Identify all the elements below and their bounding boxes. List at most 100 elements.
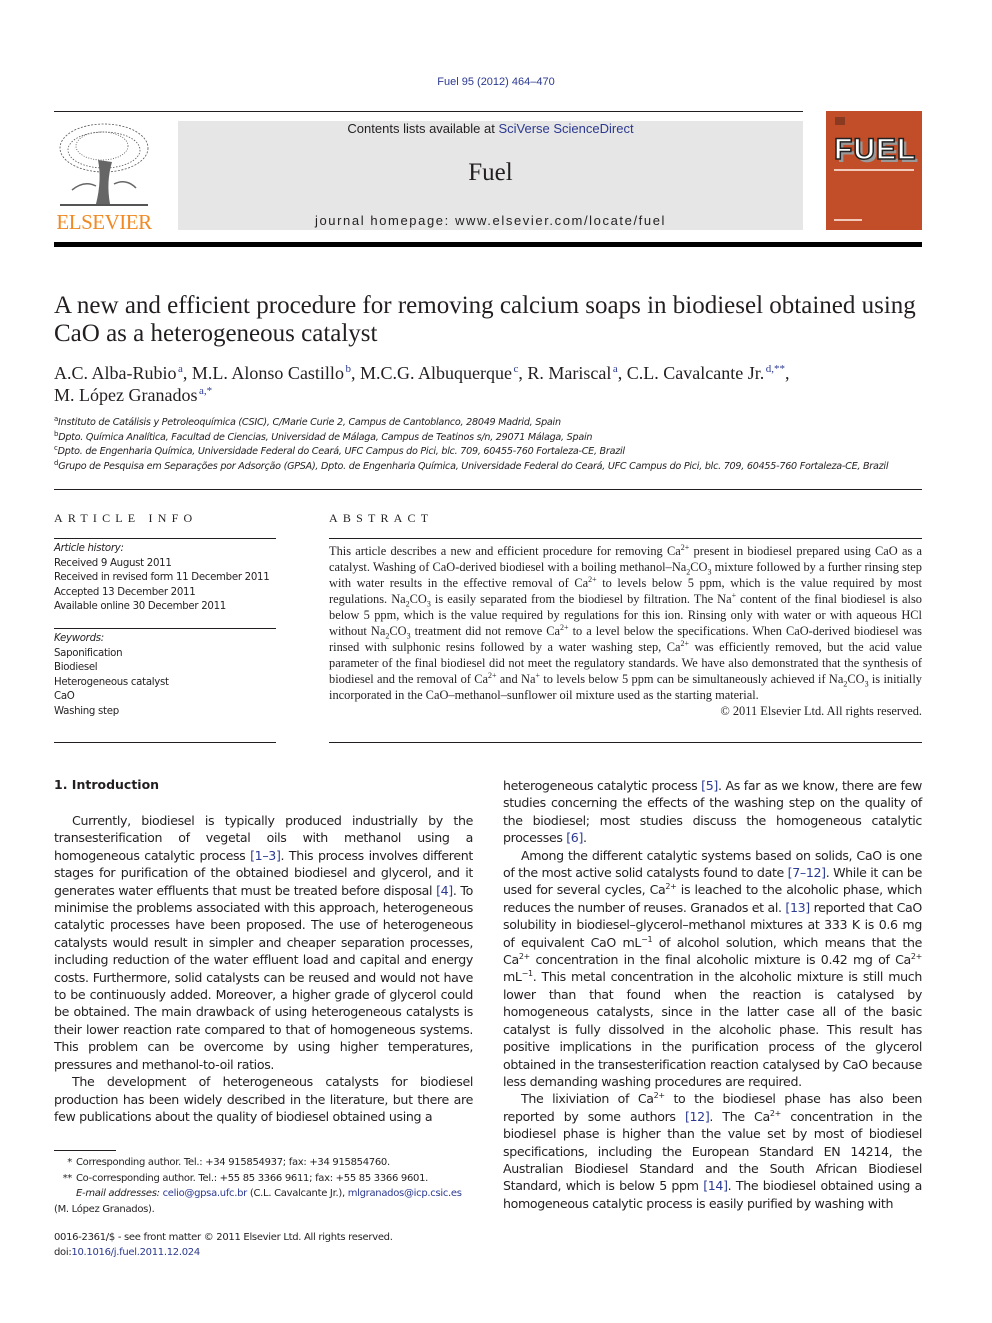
reference-link[interactable]: [12]	[685, 1109, 710, 1124]
author[interactable]: M. López Granados a,*	[54, 385, 212, 405]
footnote-corresponding: * Corresponding author. Tel.: +34 9158549…	[54, 1155, 474, 1171]
author[interactable]: M.L. Alonso Castillo b	[192, 363, 351, 383]
history-revised: Received in revised form 11 December 201…	[54, 572, 270, 583]
footnote-mark: **	[62, 1172, 73, 1184]
footnote-co-corresponding: ** Co-corresponding author. Tel.: +55 85 …	[54, 1171, 474, 1187]
keywords-rule	[54, 628, 276, 629]
email-link[interactable]: celio@gpsa.ufc.br	[163, 1188, 248, 1199]
author[interactable]: R. Mariscal a	[527, 363, 617, 383]
journal-name: Fuel	[468, 159, 513, 186]
reference-link[interactable]: [6]	[566, 830, 583, 845]
reference-link[interactable]: [5]	[701, 778, 718, 793]
cover-tagline	[834, 169, 914, 171]
footnote-email-owner: (M. López Granados).	[54, 1203, 155, 1215]
paragraph: Among the different catalytic systems ba…	[503, 847, 922, 1089]
abstract-rule	[329, 538, 922, 539]
history-online: Available online 30 December 2011	[54, 601, 226, 612]
header-thick-divider	[54, 242, 922, 247]
author-name: M.C.G. Albuquerque	[359, 363, 512, 383]
doi-label: doi:	[54, 1247, 72, 1258]
author-name: M.L. Alonso Castillo	[191, 363, 344, 383]
abstract-copyright: © 2011 Elsevier Ltd. All rights reserved…	[720, 704, 922, 718]
abstract-text: This article describes a new and efficie…	[329, 543, 922, 719]
author-name: R. Mariscal	[527, 363, 612, 383]
cover-title: FUEL	[833, 132, 917, 167]
contents-line: Contents lists available at SciVerse Sci…	[178, 121, 803, 137]
footnote-text: Corresponding author. Tel.: +34 91585493…	[76, 1157, 390, 1168]
abstract-heading: ABSTRACT	[329, 511, 434, 525]
introduction-heading: 1. Introduction	[54, 777, 160, 792]
author-affil-marker[interactable]: a	[178, 363, 183, 375]
article-info-rule	[54, 538, 276, 539]
keyword: CaO	[54, 691, 75, 702]
header-divider	[54, 111, 803, 112]
email-owner: (C.L. Cavalcante Jr.),	[247, 1188, 348, 1199]
article-info-bottom-rule	[54, 742, 276, 743]
elsevier-logo[interactable]: ELSEVIER	[54, 120, 154, 234]
paragraph: The lixiviation of Ca2+ to the biodiesel…	[503, 1091, 922, 1211]
article-history: Article history: Received 9 August 2011 …	[54, 542, 284, 615]
elsevier-tree-icon	[54, 120, 154, 212]
footnote-text: Co-corresponding author. Tel.: +55 85 33…	[76, 1172, 429, 1184]
reference-link[interactable]: [7–12]	[788, 865, 826, 880]
affiliation-text: Instituto de Catálisis y Petroleoquímica…	[58, 417, 561, 428]
author-affil-marker[interactable]: b	[345, 363, 351, 375]
body-column-left: Currently, biodiesel is typically produc…	[54, 812, 473, 1125]
sciencedirect-link[interactable]: SciVerse ScienceDirect	[498, 121, 633, 136]
author[interactable]: M.C.G. Albuquerque c	[360, 363, 518, 383]
affiliation-text: Dpto. de Engenharia Química, Universidad…	[57, 446, 625, 457]
keyword: Washing step	[54, 705, 119, 717]
doi-line: doi:10.1016/j.fuel.2011.12.024	[54, 1245, 474, 1260]
homepage-link[interactable]: www.elsevier.com/locate/fuel	[455, 213, 666, 228]
journal-banner: Contents lists available at SciVerse Sci…	[178, 121, 803, 230]
article-title: A new and efficient procedure for removi…	[54, 292, 916, 347]
citation-link[interactable]: Fuel 95 (2012) 464–470	[437, 76, 554, 88]
keyword: Saponification	[54, 647, 123, 659]
footnote-mark: *	[67, 1157, 72, 1168]
issn-line: 0016-2361/$ - see front matter © 2011 El…	[54, 1232, 393, 1243]
reference-link[interactable]: [14]	[703, 1178, 728, 1193]
journal-citation[interactable]: Fuel 95 (2012) 464–470	[0, 76, 992, 88]
affiliation-text: Dpto. Química Analítica, Facultad de Cie…	[58, 431, 593, 443]
author[interactable]: A.C. Alba-Rubio a	[54, 363, 183, 383]
affiliation-text: Grupo de Pesquisa em Separações por Adso…	[58, 460, 889, 472]
article-info-heading: ARTICLE INFO	[54, 511, 198, 525]
author-affil-marker[interactable]: d,**	[766, 363, 785, 375]
reference-link[interactable]: [4]	[436, 883, 453, 898]
keywords-label: Keywords:	[54, 633, 104, 644]
paragraph: Currently, biodiesel is typically produc…	[54, 813, 473, 1072]
keywords: Keywords: Saponification Biodiesel Heter…	[54, 632, 284, 719]
affiliation: bDpto. Química Analítica, Facultad de Ci…	[54, 430, 934, 446]
journal-homepage: journal homepage: www.elsevier.com/locat…	[178, 213, 803, 228]
email-label: E-mail addresses:	[76, 1188, 160, 1199]
reference-link[interactable]: [1–3]	[250, 848, 281, 863]
reference-link[interactable]: [13]	[785, 900, 810, 915]
author-affil-marker[interactable]: a,*	[199, 385, 212, 397]
keyword: Heterogeneous catalyst	[54, 676, 169, 688]
cover-editor-line	[834, 219, 862, 221]
front-matter: 0016-2361/$ - see front matter © 2011 El…	[54, 1230, 474, 1260]
homepage-label: journal homepage:	[314, 213, 456, 228]
paragraph: The development of heterogeneous catalys…	[54, 1074, 473, 1124]
author-affil-marker[interactable]: a	[613, 363, 618, 375]
cover-logo-icon	[835, 117, 845, 125]
affiliations-divider	[54, 489, 922, 490]
abstract-bottom-rule	[329, 742, 922, 743]
email-link[interactable]: mlgranados@icp.csic.es	[348, 1188, 462, 1199]
footnotes: * Corresponding author. Tel.: +34 9158549…	[54, 1155, 474, 1217]
affiliation: cDpto. de Engenharia Química, Universida…	[54, 444, 934, 460]
doi-link[interactable]: 10.1016/j.fuel.2011.12.024	[71, 1247, 200, 1258]
history-received: Received 9 August 2011	[54, 557, 172, 569]
author-affil-marker[interactable]: c	[513, 363, 518, 375]
journal-cover-thumbnail[interactable]: FUEL	[826, 111, 922, 230]
affiliation: dGrupo de Pesquisa em Separações por Ads…	[54, 459, 934, 475]
history-accepted: Accepted 13 December 2011	[54, 586, 196, 598]
contents-prefix: Contents lists available at	[347, 121, 499, 136]
author-name: M. López Granados	[54, 385, 198, 405]
abstract-body: This article describes a new and efficie…	[329, 542, 923, 702]
author-list: A.C. Alba-Rubio a, M.L. Alonso Castillo …	[54, 363, 790, 405]
author[interactable]: C.L. Cavalcante Jr. d,**	[627, 363, 785, 383]
keyword: Biodiesel	[54, 662, 98, 673]
affiliations: aInstituto de Catálisis y Petroleoquímic…	[54, 415, 934, 475]
elsevier-wordmark: ELSEVIER	[56, 210, 152, 234]
